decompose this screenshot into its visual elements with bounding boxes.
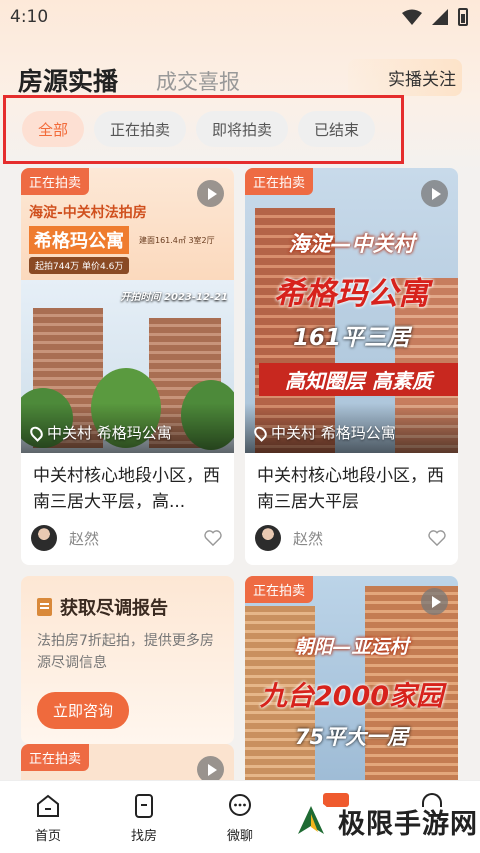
home-icon [37,794,59,817]
poster-price: 起拍744万 单价4.6万 [29,257,130,274]
poster-line-4: 高知圈层 高素质 [259,363,458,396]
watermark-logo-icon [290,800,332,842]
nav-chat[interactable]: 微聊 [192,781,288,853]
listing-media[interactable]: 海淀—中关村 希格玛公寓 161平三居 高知圈层 高素质 中关村 希格玛公寓 [245,168,458,453]
poster-area: 海淀-中关村法拍房 [29,205,147,221]
listing-location: 中关村 希格玛公寓 [27,422,172,443]
status-bar: 4:10 [0,0,480,34]
author-name: 赵然 [69,529,100,548]
poster-line-2: 希格玛公寓 [274,276,429,312]
tab-deal-news[interactable]: 成交喜报 [156,66,240,96]
nav-find-house[interactable]: 找房 [96,781,192,853]
filter-chips: 全部 正在拍卖 即将拍卖 已结束 [22,111,376,147]
listing-title: 中关村核心地段小区，西南三居大平层，高... [33,466,220,512]
house-card-icon [135,794,153,818]
wifi-icon [402,9,422,25]
avatar[interactable] [255,525,281,551]
poster-line-3: 75平大一居 [294,725,409,749]
poster-date: 开拍时间 2023-12-21 [120,292,228,303]
nav-find-house-label: 找房 [130,829,157,844]
nav-chat-label: 微聊 [226,829,253,844]
heart-icon[interactable] [204,530,222,546]
nav-home[interactable]: 首页 [0,781,96,853]
location-text: 中关村 希格玛公寓 [47,424,172,442]
play-icon[interactable] [421,588,448,615]
auction-status-badge: 正在拍卖 [245,576,314,603]
signal-icon [432,9,448,25]
auction-status-badge: 正在拍卖 [245,168,314,195]
consult-button[interactable]: 立即咨询 [37,692,130,729]
location-pin-icon [27,423,46,442]
listing-card[interactable]: 朝阳—亚运村 九台2000家园 75平大一居 正在拍卖 [245,576,458,780]
listing-media[interactable]: 海淀-中关村法拍房 希格玛公寓 建面161.4㎡ 3室2厅 起拍744万 单价4… [21,168,234,453]
header-tabs: 房源实播 成交喜报 实播关注 [18,58,462,98]
report-card[interactable]: 获取尽调报告 法拍房7折起拍，提供更多房源尽调信息 立即咨询 [21,576,234,744]
filter-auctioning[interactable]: 正在拍卖 [94,111,187,147]
report-description: 法拍房7折起拍，提供更多房源尽调信息 [37,633,214,671]
filter-ended[interactable]: 已结束 [298,111,376,147]
auction-status-badge: 正在拍卖 [21,744,90,771]
nav-home-label: 首页 [34,829,61,844]
listing-title: 中关村核心地段小区，西南三居大平层 [257,466,444,512]
play-icon[interactable] [197,180,224,207]
live-follow-button[interactable]: 实播关注 [348,59,462,96]
author-name: 赵然 [293,529,324,548]
battery-icon [458,8,468,26]
listing-card[interactable]: 海淀—中关村 希格玛公寓 161平三居 高知圈层 高素质 中关村 希格玛公寓 正… [245,168,458,565]
location-text: 中关村 希格玛公寓 [271,424,396,442]
report-title: 获取尽调报告 [60,598,168,619]
filter-all[interactable]: 全部 [22,111,85,147]
listing-location: 中关村 希格玛公寓 [251,422,396,443]
auction-status-badge: 正在拍卖 [21,168,90,195]
poster-line-1: 朝阳—亚运村 [294,636,409,658]
chat-icon [229,794,251,816]
listing-card[interactable]: 海淀-中关村法拍房 希格玛公寓 建面161.4㎡ 3室2厅 起拍744万 单价4… [21,168,234,565]
avatar[interactable] [31,525,57,551]
filter-upcoming[interactable]: 即将拍卖 [196,111,289,147]
heart-icon[interactable] [428,530,446,546]
listing-card[interactable]: 正在拍卖 [21,744,234,780]
poster-name: 希格玛公寓 [29,226,129,254]
play-icon[interactable] [197,756,224,780]
tab-live-listings[interactable]: 房源实播 [18,62,118,98]
status-time: 4:10 [10,7,49,27]
watermark: 极限手游网 [290,800,478,842]
poster-size: 建面161.4㎡ 3室2厅 [139,236,215,245]
document-icon [37,598,52,616]
poster-line-3: 161平三居 [292,325,410,351]
poster-line-2: 九台2000家园 [259,681,444,712]
poster-line-1: 海淀—中关村 [288,232,415,256]
location-pin-icon [251,423,270,442]
watermark-text: 极限手游网 [338,808,478,840]
play-icon[interactable] [421,180,448,207]
